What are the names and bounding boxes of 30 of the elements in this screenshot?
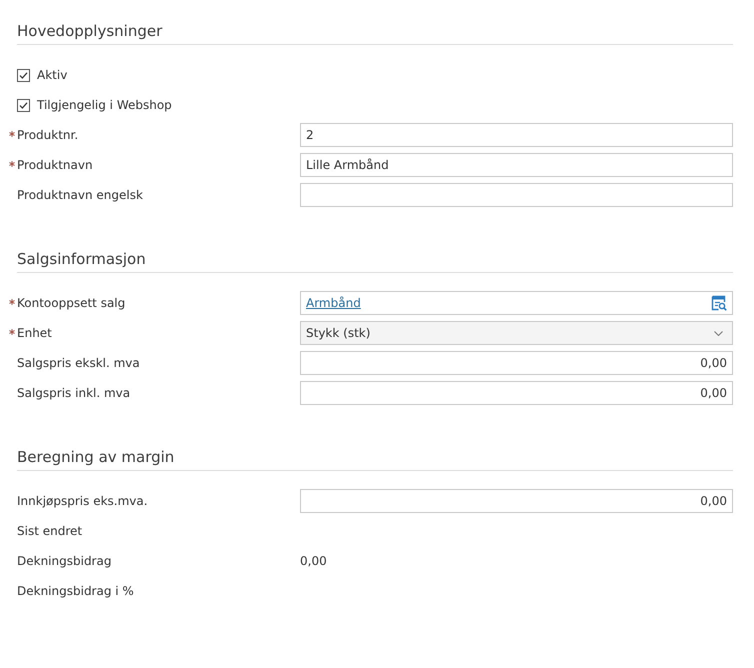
section-heading: Salgsinformasjon [17,249,733,273]
field-label: Enhet [17,326,52,340]
unit-dropdown[interactable]: Stykk (stk) [300,321,733,345]
account-link[interactable]: Armbånd [306,296,361,310]
field-label: Salgspris inkl. mva [17,386,130,400]
field-label: Produktnavn engelsk [17,188,143,202]
number-field[interactable]: 0,00 [300,351,733,375]
number-field[interactable]: 0,00 [300,489,733,513]
section-heading: Beregning av margin [17,447,733,471]
field-label: Sist endret [17,524,82,538]
field-label: Kontooppsett salg [17,296,126,310]
value-text: 0,00 [300,554,327,568]
number-field[interactable]: 0,00 [300,381,733,405]
lookup-field[interactable]: Armbånd [300,291,733,315]
caret-icon [714,330,723,336]
field-label: Innkjøpspris eks.mva. [17,494,148,508]
checkbox[interactable] [17,98,30,112]
field-label: Salgspris ekskl. mva [17,356,140,370]
section-heading: Hovedopplysninger [17,21,733,45]
lookup-list-icon[interactable] [711,295,727,311]
checkbox[interactable] [17,68,30,82]
field-label: Dekningsbidrag [17,554,112,568]
checkbox-label: Aktiv [37,68,68,82]
checkbox-label: Tilgjengelig i Webshop [37,98,172,112]
text-field[interactable]: 2 [300,123,733,147]
field-label: Produktnr. [17,128,78,142]
text-field[interactable]: Lille Armbånd [300,153,733,177]
field-label: Dekningsbidrag i % [17,584,134,598]
field-label: Produktnavn [17,158,93,172]
text-field[interactable] [300,183,733,207]
